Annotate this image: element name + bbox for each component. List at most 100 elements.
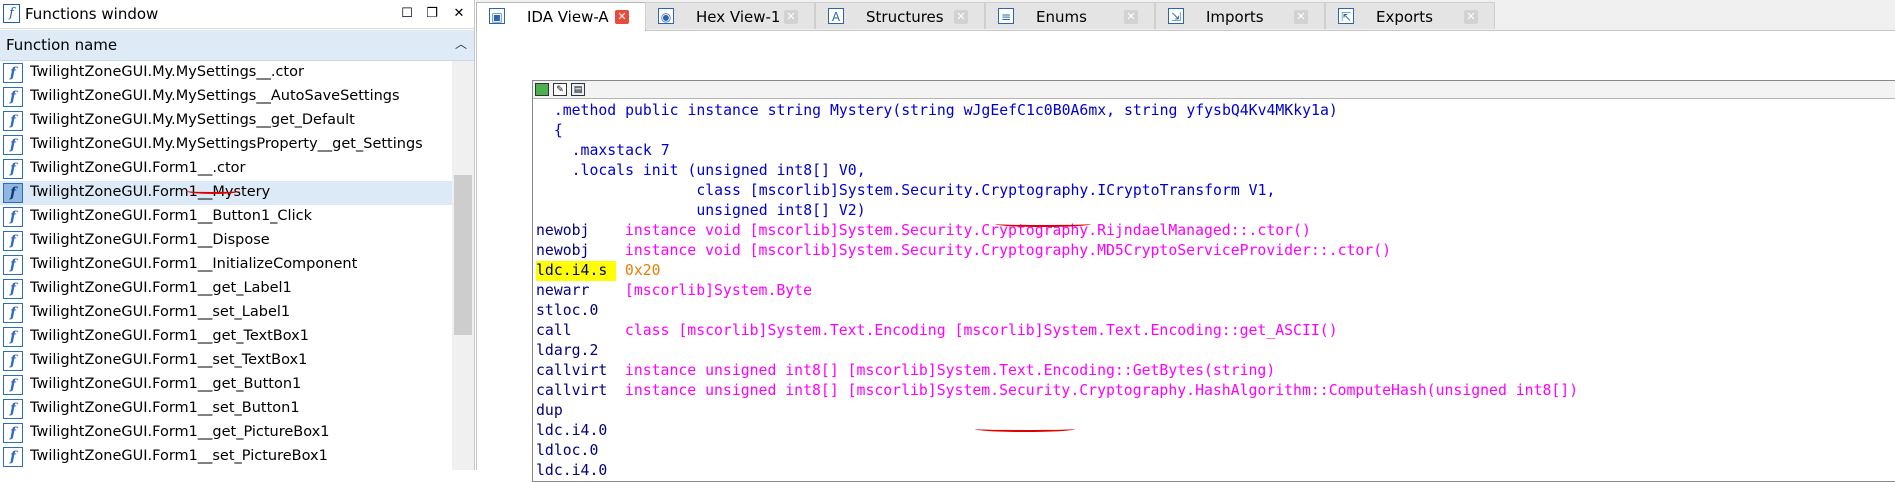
- node-graph-icon[interactable]: ▤: [571, 83, 585, 96]
- exports-icon: ⇱: [1338, 8, 1354, 24]
- node-edit-icon[interactable]: ✎: [553, 83, 567, 96]
- function-list-item[interactable]: f TwilightZoneGUI.Form1__Button1_Click: [0, 205, 452, 229]
- function-name-column-header[interactable]: Function name ︿: [0, 30, 474, 61]
- method-header-line[interactable]: .maxstack 7: [536, 141, 1578, 161]
- instruction-operand[interactable]: instance unsigned int8[] [mscorlib]Syste…: [625, 362, 1275, 379]
- instruction-line[interactable]: call class [mscorlib]System.Text.Encodin…: [536, 321, 1578, 341]
- instruction-line[interactable]: callvirt instance unsigned int8[] [mscor…: [536, 361, 1578, 381]
- restore-icon[interactable]: ☐: [397, 4, 417, 24]
- function-icon: f: [3, 423, 23, 443]
- method-header-line[interactable]: {: [536, 121, 1578, 141]
- annotation-underline: [975, 426, 1075, 432]
- disassembly-listing[interactable]: .method public instance string Mystery(s…: [536, 101, 1578, 481]
- annotation-underline: [186, 188, 240, 194]
- tab-close-icon[interactable]: ✕: [954, 10, 968, 24]
- instruction-line[interactable]: ldarg.2: [536, 341, 1578, 361]
- tab-close-icon[interactable]: ✕: [1124, 10, 1138, 24]
- instruction-operand[interactable]: class [mscorlib]System.Text.Encoding [ms…: [625, 322, 1338, 339]
- close-icon[interactable]: ✕: [449, 4, 469, 24]
- instruction-mnemonic[interactable]: ldloc.0: [536, 441, 616, 461]
- instruction-operand[interactable]: instance unsigned int8[] [mscorlib]Syste…: [625, 382, 1578, 399]
- imports-icon: ⇲: [1168, 8, 1184, 24]
- function-name: TwilightZoneGUI.My.MySettings__.ctor: [30, 64, 304, 80]
- function-icon: f: [3, 327, 23, 347]
- function-list-item[interactable]: f TwilightZoneGUI.Form1__set_Button1: [0, 397, 452, 421]
- function-list-item[interactable]: f TwilightZoneGUI.My.MySettings__AutoSave…: [0, 85, 452, 109]
- tab-close-icon[interactable]: ✕: [615, 10, 629, 24]
- function-list-item[interactable]: f TwilightZoneGUI.Form1__set_Label1: [0, 301, 452, 325]
- instruction-line[interactable]: stloc.0: [536, 301, 1578, 321]
- instruction-line[interactable]: ldc.i4.0: [536, 461, 1578, 481]
- instruction-mnemonic[interactable]: newobj: [536, 221, 616, 241]
- tab-label: Exports: [1376, 8, 1433, 26]
- function-list-item[interactable]: f TwilightZoneGUI.Form1__set_TextBox1: [0, 349, 452, 373]
- instruction-line[interactable]: newarr [mscorlib]System.Byte: [536, 281, 1578, 301]
- function-list-item[interactable]: f TwilightZoneGUI.Form1__get_Button1: [0, 373, 452, 397]
- node-color-icon[interactable]: [535, 83, 549, 96]
- instruction-mnemonic[interactable]: ldc.i4.s: [536, 261, 616, 281]
- tab-imports[interactable]: ⇲ Imports ✕: [1155, 2, 1325, 29]
- instruction-mnemonic[interactable]: stloc.0: [536, 301, 616, 321]
- method-header-line[interactable]: .locals init (unsigned int8[] V0,: [536, 161, 1578, 181]
- vertical-scrollbar[interactable]: [452, 61, 474, 470]
- function-list-item[interactable]: f TwilightZoneGUI.Form1__Dispose: [0, 229, 452, 253]
- tab-close-icon[interactable]: ✕: [784, 10, 798, 24]
- function-icon: f: [3, 63, 23, 83]
- function-icon: f: [3, 111, 23, 131]
- tab-label: IDA View-A: [527, 8, 609, 26]
- scrollbar-thumb[interactable]: [454, 175, 472, 335]
- instruction-operand[interactable]: [mscorlib]System.Byte: [625, 282, 812, 299]
- function-icon: f: [3, 231, 23, 251]
- instruction-mnemonic[interactable]: ldarg.2: [536, 341, 616, 361]
- function-list-item[interactable]: f TwilightZoneGUI.Form1__get_Label1: [0, 277, 452, 301]
- method-header-line[interactable]: .method public instance string Mystery(s…: [536, 101, 1578, 121]
- instruction-mnemonic[interactable]: call: [536, 321, 616, 341]
- instruction-line[interactable]: callvirt instance unsigned int8[] [mscor…: [536, 381, 1578, 401]
- function-list-item[interactable]: f TwilightZoneGUI.Form1__set_PictureBox1: [0, 445, 452, 469]
- function-name: TwilightZoneGUI.Form1__.ctor: [30, 160, 246, 176]
- instruction-mnemonic[interactable]: callvirt: [536, 381, 616, 401]
- instruction-mnemonic[interactable]: dup: [536, 401, 616, 421]
- function-name: TwilightZoneGUI.Form1__Dispose: [30, 232, 270, 248]
- instruction-mnemonic[interactable]: newarr: [536, 281, 616, 301]
- function-list-item[interactable]: f TwilightZoneGUI.My.MySettings__.ctor: [0, 61, 452, 85]
- instruction-operand[interactable]: 0x20: [625, 262, 661, 279]
- tab-structures[interactable]: A Structures ✕: [815, 2, 985, 29]
- function-list-item[interactable]: f TwilightZoneGUI.Form1__get_TextBox1: [0, 325, 452, 349]
- ida-view-panel[interactable]: ✎ ▤ .method public instance string Myste…: [476, 31, 1895, 482]
- method-header-line[interactable]: class [mscorlib]System.Security.Cryptogr…: [536, 181, 1578, 201]
- node-toolbar: ✎ ▤: [533, 81, 1895, 99]
- tab-hex-view-1[interactable]: ◉ Hex View-1 ✕: [645, 2, 815, 29]
- method-header-line[interactable]: unsigned int8[] V2): [536, 201, 1578, 221]
- graph-node[interactable]: ✎ ▤ .method public instance string Myste…: [532, 80, 1895, 482]
- function-icon: f: [3, 399, 23, 419]
- function-icon: f: [3, 87, 23, 107]
- instruction-line[interactable]: newobj instance void [mscorlib]System.Se…: [536, 241, 1578, 261]
- instruction-line[interactable]: dup: [536, 401, 1578, 421]
- function-name: TwilightZoneGUI.My.MySettings__AutoSaveS…: [30, 88, 400, 104]
- instruction-operand[interactable]: instance void [mscorlib]System.Security.…: [625, 222, 1311, 239]
- instruction-operand[interactable]: instance void [mscorlib]System.Security.…: [625, 242, 1391, 259]
- tab-ida-view-a[interactable]: ▣ IDA View-A ✕: [476, 2, 646, 31]
- tab-close-icon[interactable]: ✕: [1464, 10, 1478, 24]
- function-icon: f: [3, 159, 23, 179]
- function-list-item[interactable]: f TwilightZoneGUI.Form1__InitializeCompon…: [0, 253, 452, 277]
- function-list-item[interactable]: f TwilightZoneGUI.Form1__.ctor: [0, 157, 452, 181]
- chevron-up-icon[interactable]: ︿: [452, 34, 470, 54]
- tab-exports[interactable]: ⇱ Exports ✕: [1325, 2, 1495, 29]
- instruction-mnemonic[interactable]: ldc.i4.0: [536, 421, 616, 441]
- function-list-item[interactable]: f TwilightZoneGUI.My.MySettingsProperty__…: [0, 133, 452, 157]
- structures-icon: A: [828, 8, 844, 24]
- instruction-line[interactable]: ldc.i4.s 0x20: [536, 261, 1578, 281]
- tab-enums[interactable]: ≡ Enums ✕: [985, 2, 1155, 29]
- function-list-item[interactable]: f TwilightZoneGUI.My.MySettings__get_Defa…: [0, 109, 452, 133]
- instruction-mnemonic[interactable]: newobj: [536, 241, 616, 261]
- function-name: TwilightZoneGUI.My.MySettingsProperty__g…: [30, 136, 423, 152]
- instruction-line[interactable]: ldloc.0: [536, 441, 1578, 461]
- function-list-item[interactable]: f TwilightZoneGUI.Form1__get_PictureBox1: [0, 421, 452, 445]
- enums-icon: ≡: [998, 8, 1014, 24]
- tab-close-icon[interactable]: ✕: [1294, 10, 1308, 24]
- float-icon[interactable]: ❐: [422, 4, 442, 24]
- instruction-mnemonic[interactable]: ldc.i4.0: [536, 461, 616, 481]
- instruction-mnemonic[interactable]: callvirt: [536, 361, 616, 381]
